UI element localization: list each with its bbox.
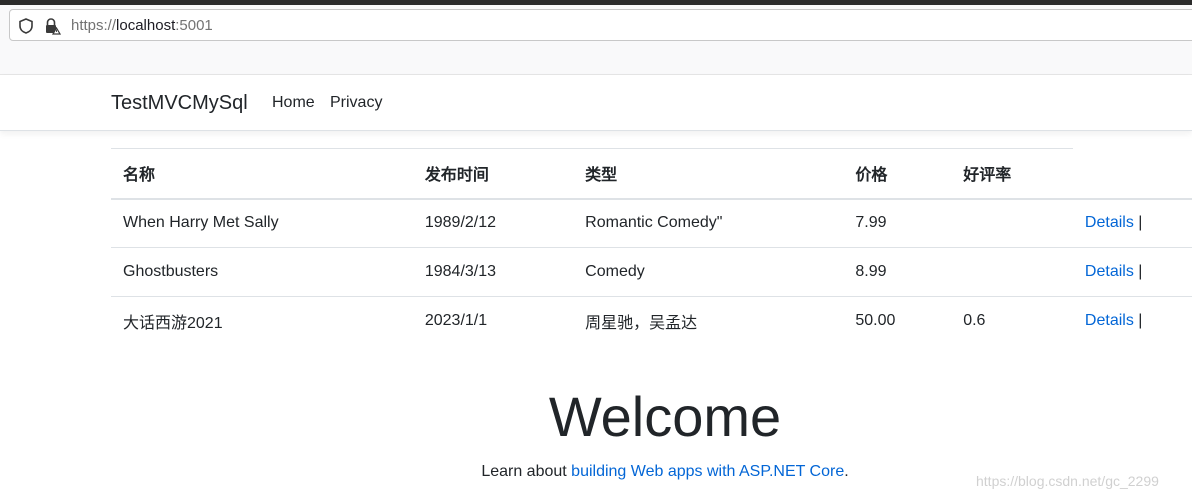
learn-suffix: . (844, 463, 849, 480)
cell-price: 50.00 (855, 312, 896, 330)
header-release-date: 发布时间 (412, 148, 574, 200)
header-price: 价格 (843, 148, 952, 200)
nav-home-link[interactable]: Home (272, 94, 315, 112)
cell-date: 1989/2/12 (412, 198, 574, 248)
header-genre: 类型 (573, 148, 844, 200)
cell-actions: Details | (1073, 297, 1192, 346)
header-actions (1072, 148, 1192, 200)
movies-table: 名称 发布时间 类型 价格 好评率 When Harry Met Sally 1… (111, 148, 1192, 346)
welcome-heading: Welcome (548, 385, 782, 448)
cell-genre: Romantic Comedy" (573, 198, 844, 248)
url-scheme: https:// (71, 17, 117, 34)
cell-date: 1984/3/13 (412, 247, 574, 297)
aspnet-docs-link[interactable]: building Web apps with ASP.NET Core (571, 463, 844, 480)
table-row: Ghostbusters 1984/3/13 Comedy 8.99 Detai… (111, 247, 1192, 297)
url-text[interactable]: https://localhost:5001 (71, 17, 213, 35)
lock-warning-icon[interactable] (43, 17, 62, 35)
brand-link[interactable]: TestMVCMySql (111, 92, 248, 115)
shield-icon[interactable] (17, 17, 35, 35)
nav-privacy-link[interactable]: Privacy (330, 94, 382, 112)
url-host: localhost (116, 17, 176, 34)
header-rating: 好评率 (951, 148, 1073, 200)
action-separator: | (1138, 263, 1143, 280)
details-link[interactable]: Details (1085, 214, 1134, 231)
cell-actions: Details | (1072, 247, 1192, 297)
cell-actions: Details | (1072, 198, 1192, 248)
cell-genre: 周星驰，吴孟达 (585, 315, 698, 333)
table-row: When Harry Met Sally 1989/2/12 Romantic … (111, 198, 1192, 248)
browser-toolbar: https://localhost:5001 (0, 5, 1192, 75)
address-bar[interactable]: https://localhost:5001 (9, 9, 1192, 41)
cell-name: Ghostbusters (111, 247, 413, 297)
action-separator: | (1138, 214, 1143, 232)
cell-name: When Harry Met Sally (111, 198, 413, 248)
cell-price: 7.99 (843, 198, 952, 248)
cell-rating (951, 198, 1073, 248)
cell-rating: 0.6 (963, 312, 986, 330)
cell-name: 大话西游2021 (123, 315, 223, 333)
header-name: 名称 (111, 148, 413, 200)
cell-genre: Comedy (573, 247, 844, 297)
url-port: :5001 (175, 17, 213, 34)
action-separator: | (1138, 312, 1143, 330)
cell-date: 2023/1/1 (424, 312, 488, 330)
cell-price: 8.99 (843, 247, 952, 297)
learn-prefix: Learn about (481, 463, 572, 480)
table-header-row: 名称 发布时间 类型 价格 好评率 (111, 148, 1192, 200)
details-link[interactable]: Details (1085, 263, 1134, 280)
details-link[interactable]: Details (1085, 312, 1134, 329)
watermark-text: https://blog.csdn.net/gc_2299 (976, 473, 1159, 489)
cell-rating (951, 247, 1073, 297)
site-navbar: TestMVCMySql Home Privacy (0, 75, 1192, 131)
table-row: 大话西游2021 2023/1/1 周星驰，吴孟达 50.00 0.6 Deta… (111, 297, 1192, 346)
